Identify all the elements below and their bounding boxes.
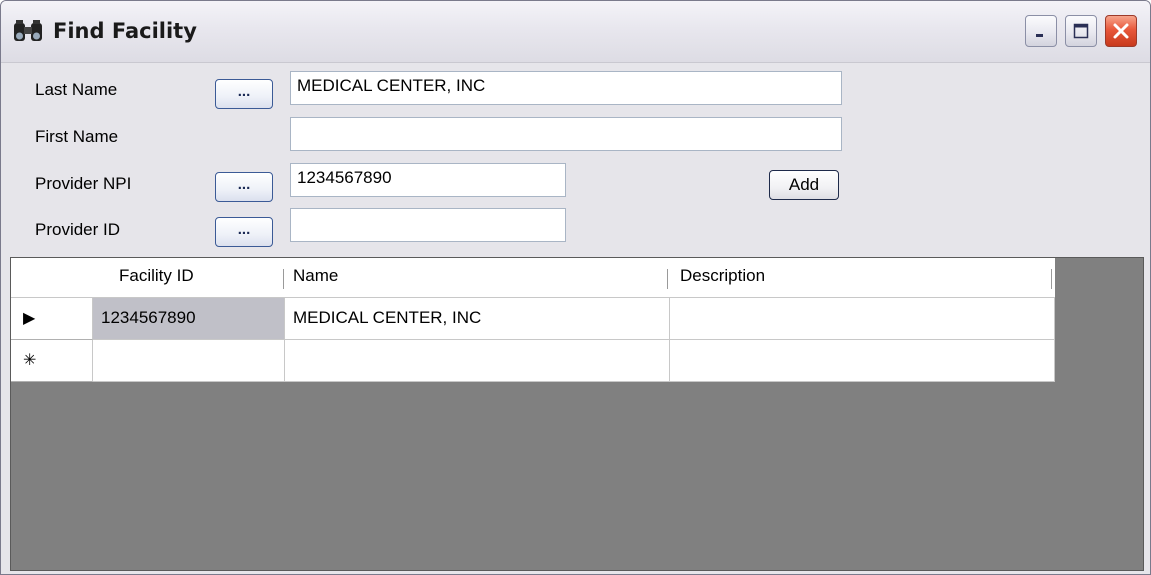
minimize-button[interactable] (1025, 15, 1057, 47)
close-icon (1113, 23, 1129, 39)
provider-id-label: Provider ID (35, 220, 121, 239)
description-cell[interactable] (670, 340, 1055, 382)
provider-id-field[interactable] (290, 208, 566, 242)
table-row[interactable]: ▶ 1234567890 MEDICAL CENTER, INC (11, 298, 1055, 340)
description-cell[interactable] (670, 298, 1055, 340)
grid-header: Facility ID Name Description (11, 258, 1055, 298)
new-row-indicator[interactable]: ✳ (11, 340, 93, 382)
maximize-button[interactable] (1065, 15, 1097, 47)
find-facility-window: Find Facility Last Name ... MEDICAL CENT… (0, 0, 1151, 575)
window-title: Find Facility (53, 19, 197, 43)
last-name-label: Last Name (35, 80, 118, 99)
column-header-description[interactable]: Description (680, 258, 765, 298)
provider-id-browse-button[interactable]: ... (215, 217, 273, 247)
column-divider[interactable] (667, 269, 668, 289)
facility-grid[interactable]: Facility ID Name Description ▶ 123456789… (10, 257, 1144, 571)
new-row[interactable]: ✳ (11, 340, 1055, 382)
column-divider[interactable] (1051, 269, 1052, 289)
close-button[interactable] (1105, 15, 1137, 47)
column-divider[interactable] (283, 269, 284, 289)
provider-npi-field[interactable]: 1234567890 (290, 163, 566, 197)
title-bar[interactable]: Find Facility (1, 1, 1150, 63)
facility-id-cell[interactable] (93, 340, 285, 382)
column-header-facility-id[interactable]: Facility ID (119, 258, 194, 298)
name-cell[interactable]: MEDICAL CENTER, INC (285, 298, 670, 340)
maximize-icon (1073, 23, 1089, 39)
name-cell[interactable] (285, 340, 670, 382)
current-row-indicator[interactable]: ▶ (11, 298, 93, 340)
last-name-field[interactable]: MEDICAL CENTER, INC (290, 71, 842, 105)
first-name-field[interactable] (290, 117, 842, 151)
add-button[interactable]: Add (769, 170, 839, 200)
provider-npi-label: Provider NPI (35, 174, 132, 193)
minimize-icon (1036, 34, 1043, 37)
binoculars-icon (14, 20, 42, 41)
provider-npi-browse-button[interactable]: ... (215, 172, 273, 202)
first-name-label: First Name (35, 127, 119, 146)
column-header-name[interactable]: Name (293, 258, 338, 298)
search-form: Last Name ... MEDICAL CENTER, INC First … (1, 64, 1150, 254)
last-name-browse-button[interactable]: ... (215, 79, 273, 109)
facility-id-cell[interactable]: 1234567890 (93, 298, 285, 340)
